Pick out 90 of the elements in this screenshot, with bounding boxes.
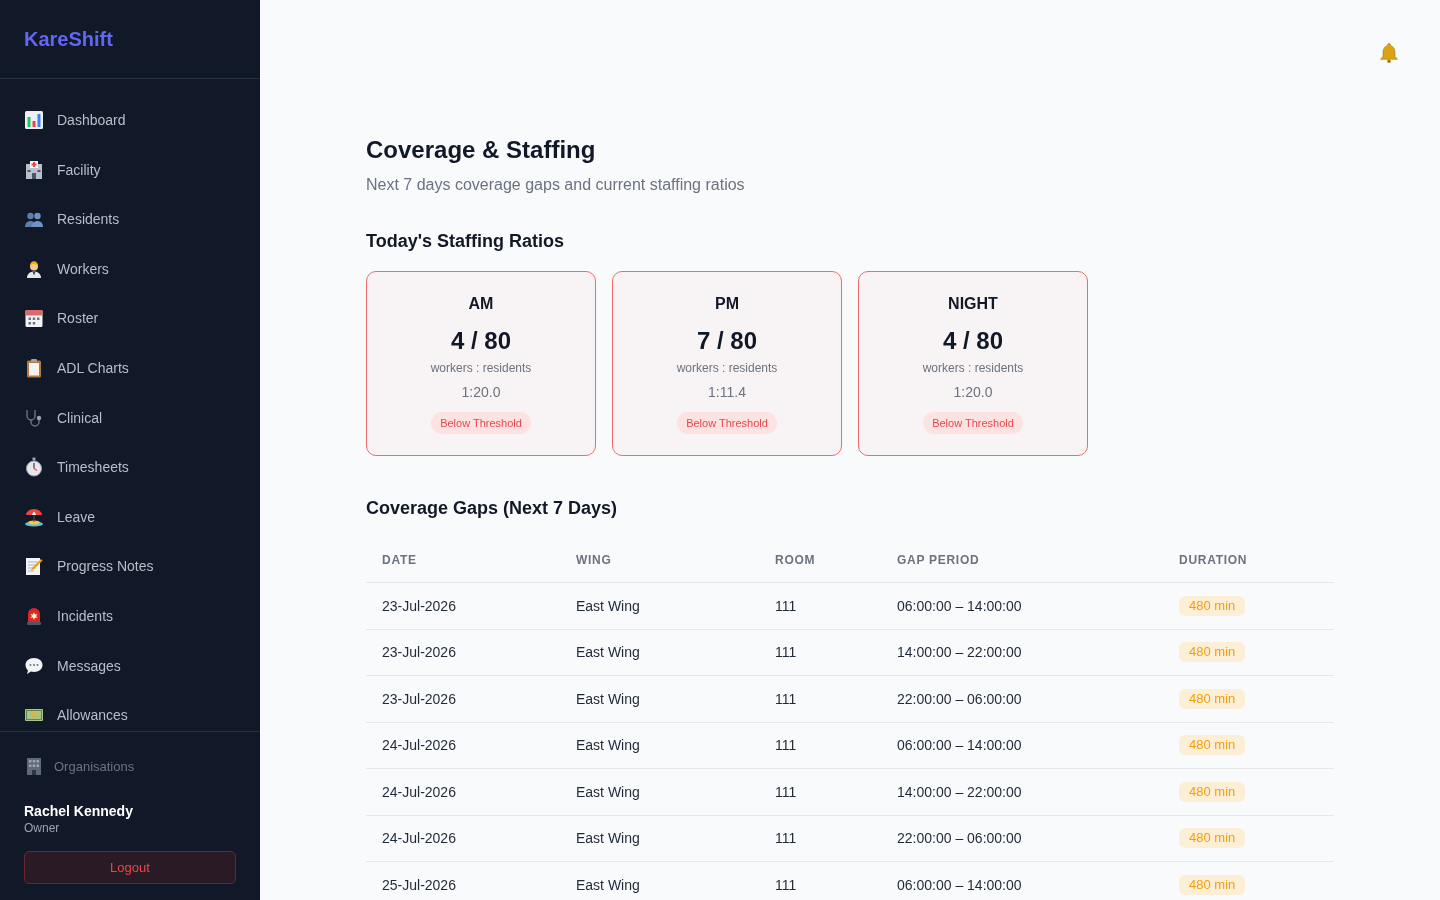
table-cell: 14:00:00 – 22:00:00	[881, 768, 1163, 815]
column-header: DURATION	[1163, 538, 1334, 583]
table-cell: 06:00:00 – 14:00:00	[881, 722, 1163, 769]
app-logo: KareShift	[24, 27, 113, 52]
bell-icon[interactable]	[1378, 42, 1400, 64]
ratio-caption: workers : residents	[676, 360, 778, 376]
table-cell: 111	[759, 815, 881, 862]
column-header: GAP PERIOD	[881, 538, 1163, 583]
nav-item[interactable]: Allowances	[0, 699, 260, 731]
stethoscope-icon	[24, 407, 44, 428]
shift-name: NIGHT	[948, 294, 998, 314]
bar-chart-icon	[24, 110, 44, 130]
table-cell: 23-Jul-2026	[366, 675, 560, 722]
duration-badge: 480 min	[1179, 781, 1246, 802]
nav-item[interactable]: Clinical	[0, 401, 260, 434]
status-badge: Below Threshold	[677, 412, 777, 434]
table-cell: 06:00:00 – 14:00:00	[881, 582, 1163, 629]
table-cell: 25-Jul-2026	[366, 861, 560, 900]
table-cell: 111	[759, 629, 881, 676]
table-cell: 22:00:00 – 06:00:00	[881, 675, 1163, 722]
nav-item[interactable]: Incidents	[0, 599, 260, 632]
page-title: Coverage & Staffing	[366, 135, 597, 165]
nav-item[interactable]: Roster	[0, 302, 260, 335]
table-cell: East Wing	[560, 815, 759, 862]
table-cell: 14:00:00 – 22:00:00	[881, 629, 1163, 676]
table-cell: East Wing	[560, 768, 759, 815]
shift-name: AM	[468, 294, 494, 314]
table-cell: 24-Jul-2026	[366, 722, 560, 769]
nav-item[interactable]: Workers	[0, 252, 260, 285]
staff-count: 4 / 80	[450, 326, 511, 356]
table-cell: 111	[759, 675, 881, 722]
ratio-value: 1:20.0	[953, 383, 993, 402]
table-cell: 111	[759, 768, 881, 815]
table-cell: 111	[759, 722, 881, 769]
staff-count: 4 / 80	[942, 326, 1003, 356]
siren-icon	[24, 605, 44, 626]
table-cell: East Wing	[560, 582, 759, 629]
column-header: DATE	[366, 538, 560, 583]
clipboard-icon	[24, 357, 44, 378]
nav-item[interactable]: Residents	[0, 203, 260, 236]
table-cell: 22:00:00 – 06:00:00	[881, 815, 1163, 862]
shift-name: PM	[715, 294, 739, 314]
status-badge: Below Threshold	[923, 412, 1023, 434]
table-cell: East Wing	[560, 629, 759, 676]
duration-badge: 480 min	[1179, 828, 1246, 849]
table-cell: East Wing	[560, 675, 759, 722]
duration-badge: 480 min	[1179, 595, 1246, 616]
nav-item[interactable]: Messages	[0, 649, 260, 682]
page-subtitle: Next 7 days coverage gaps and current staffing ratios	[366, 175, 746, 195]
ratio-caption: workers : residents	[430, 360, 532, 376]
status-badge: Below Threshold	[431, 412, 531, 434]
hospital-icon	[24, 159, 44, 180]
table-cell: 23-Jul-2026	[366, 629, 560, 676]
stopwatch-icon	[24, 457, 44, 478]
table-cell: 24-Jul-2026	[366, 815, 560, 862]
beach-umbrella-icon	[24, 506, 44, 527]
user-role: Owner	[24, 820, 60, 836]
section-heading: Today's Staffing Ratios	[366, 230, 565, 253]
ratio-value: 1:11.4	[708, 383, 746, 402]
table-cell: 06:00:00 – 14:00:00	[881, 861, 1163, 900]
office-building-icon	[24, 756, 44, 776]
table-cell: East Wing	[560, 861, 759, 900]
table-cell: 111	[759, 861, 881, 900]
nav-item[interactable]: Leave	[0, 500, 260, 533]
ratio-value: 1:20.0	[461, 383, 501, 402]
column-header: ROOM	[759, 538, 881, 583]
column-header: WING	[560, 538, 759, 583]
speech-bubble-icon	[24, 655, 44, 676]
duration-badge: 480 min	[1179, 735, 1246, 756]
nav-item[interactable]: Progress Notes	[0, 550, 260, 583]
memo-pencil-icon	[24, 556, 44, 577]
nav-item[interactable]: Facility	[0, 153, 260, 186]
staff-count: 7 / 80	[696, 326, 757, 356]
duration-badge: 480 min	[1179, 874, 1246, 895]
duration-badge: 480 min	[1179, 642, 1246, 663]
table-cell: 24-Jul-2026	[366, 768, 560, 815]
duration-badge: 480 min	[1179, 688, 1246, 709]
organisations-link[interactable]: Organisations	[24, 756, 135, 776]
nav-item[interactable]: Dashboard	[0, 104, 260, 136]
nav-item[interactable]: ADL Charts	[0, 351, 260, 384]
table-cell: 23-Jul-2026	[366, 582, 560, 629]
person-icon	[24, 258, 44, 279]
table-cell: East Wing	[560, 722, 759, 769]
calendar-icon	[24, 308, 44, 329]
table-cell: 111	[759, 582, 881, 629]
ratio-caption: workers : residents	[922, 360, 1024, 376]
nav-item[interactable]: Timesheets	[0, 451, 260, 484]
user-name: Rachel Kennedy	[24, 802, 133, 820]
section-heading: Coverage Gaps (Next 7 Days)	[366, 497, 619, 520]
logout-button[interactable]: Logout	[24, 851, 236, 884]
